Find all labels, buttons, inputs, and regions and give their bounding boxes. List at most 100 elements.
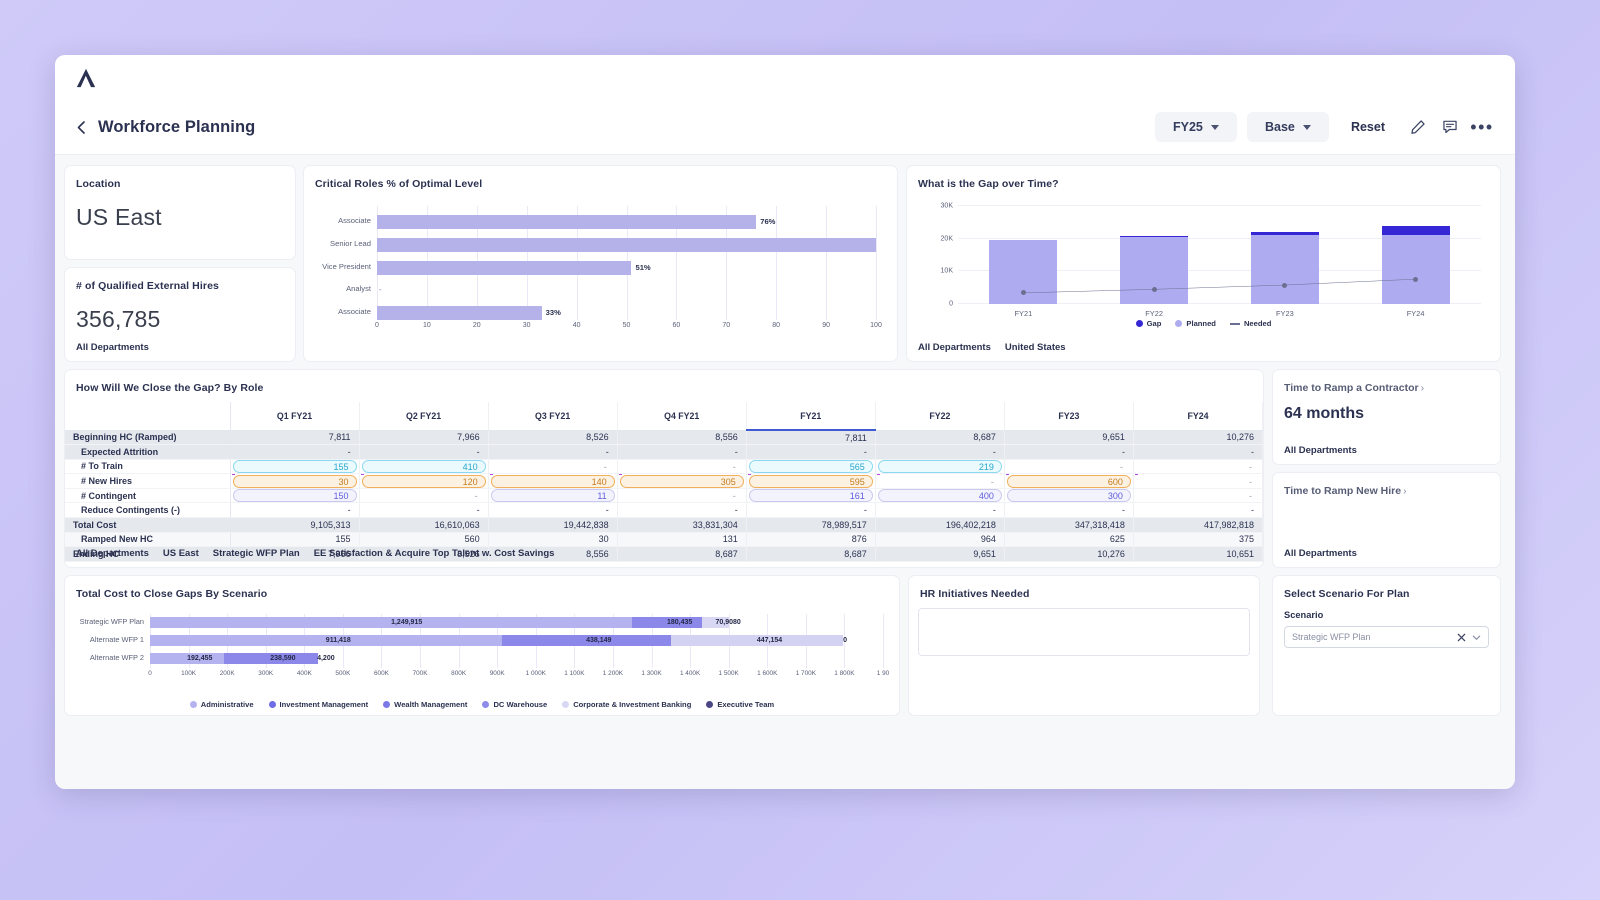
card-title-ramp-contractor[interactable]: Time to Ramp a Contractor› bbox=[1273, 370, 1500, 394]
table-input-cell[interactable]: 120 bbox=[359, 474, 488, 489]
table-input-cell[interactable]: 140 bbox=[488, 474, 617, 489]
editable-value[interactable]: 595 bbox=[749, 475, 873, 488]
bar-row[interactable]: Analyst- bbox=[377, 283, 876, 297]
legend-label: Executive Team bbox=[717, 700, 774, 709]
legend-item[interactable]: Gap bbox=[1136, 319, 1162, 328]
table-input-cell[interactable]: - bbox=[488, 459, 617, 474]
x-tick-label: 1 400K bbox=[680, 670, 700, 677]
table-column-header[interactable]: FY23 bbox=[1004, 402, 1133, 430]
legend-item[interactable]: Executive Team bbox=[706, 700, 774, 709]
table-cell: 7,811 bbox=[746, 430, 875, 445]
table-input-cell[interactable]: - bbox=[359, 488, 488, 503]
table-row-label: # New Hires bbox=[65, 474, 230, 489]
table-column-header[interactable]: Q3 FY21 bbox=[488, 402, 617, 430]
bar-row[interactable]: Vice President51% bbox=[377, 261, 876, 275]
editable-value[interactable]: - bbox=[620, 489, 744, 502]
cell-marker-icon bbox=[490, 488, 493, 489]
table-input-cell[interactable]: 219 bbox=[875, 459, 1004, 474]
table-input-cell[interactable]: 600 bbox=[1004, 474, 1133, 489]
legend-item[interactable]: DC Warehouse bbox=[482, 700, 547, 709]
legend-item[interactable]: Investment Management bbox=[269, 700, 369, 709]
table-input-cell[interactable]: 305 bbox=[617, 474, 746, 489]
stacked-bar-row[interactable]: Alternate WFP 1911,4180438,1490447,1540 bbox=[150, 635, 883, 646]
close-icon[interactable] bbox=[1457, 633, 1466, 642]
editable-value[interactable]: 30 bbox=[233, 475, 357, 488]
table-column-header[interactable]: Q4 FY21 bbox=[617, 402, 746, 430]
x-tick-label: 40 bbox=[573, 322, 581, 329]
table-input-cell[interactable]: - bbox=[617, 488, 746, 503]
scenario-select[interactable]: Strategic WFP Plan bbox=[1284, 626, 1489, 648]
editable-value[interactable]: 410 bbox=[362, 460, 486, 473]
editable-value[interactable]: - bbox=[491, 460, 615, 473]
editable-value[interactable]: 300 bbox=[1007, 489, 1131, 502]
editable-value[interactable]: 11 bbox=[491, 489, 615, 502]
card-title-ramp-newhire[interactable]: Time to Ramp New Hire› bbox=[1273, 473, 1500, 497]
editable-value[interactable]: - bbox=[1007, 460, 1131, 473]
editable-value[interactable]: 600 bbox=[1007, 475, 1131, 488]
legend-item[interactable]: Corporate & Investment Banking bbox=[562, 700, 691, 709]
editable-value[interactable]: - bbox=[362, 489, 486, 502]
table-input-cell[interactable]: 300 bbox=[1004, 488, 1133, 503]
table-column-header[interactable]: FY24 bbox=[1133, 402, 1262, 430]
chevron-down-icon[interactable] bbox=[1472, 633, 1481, 642]
table-column-header[interactable]: FY21 bbox=[746, 402, 875, 430]
table-input-cell[interactable]: - bbox=[875, 474, 1004, 489]
legend-item[interactable]: Needed bbox=[1230, 319, 1271, 328]
back-button[interactable] bbox=[73, 119, 89, 135]
table-input-cell[interactable]: 161 bbox=[746, 488, 875, 503]
bar-row[interactable]: Senior Lead bbox=[377, 238, 876, 252]
editable-value[interactable]: 155 bbox=[233, 460, 357, 473]
bar-fill bbox=[377, 238, 876, 252]
editable-value[interactable]: 565 bbox=[749, 460, 873, 473]
table-input-cell[interactable]: - bbox=[617, 459, 746, 474]
edit-button[interactable] bbox=[1407, 116, 1429, 138]
stacked-bar-row[interactable]: Strategic WFP Plan1,249,9150180,43570,90… bbox=[150, 617, 883, 628]
stacked-x-axis: 0100K200K300K400K500K600K700K800K900K1 0… bbox=[150, 670, 883, 682]
table-input-cell[interactable]: - bbox=[1133, 459, 1262, 474]
bar-row[interactable]: Associate76% bbox=[377, 215, 876, 229]
bar-row[interactable]: Associate33% bbox=[377, 306, 876, 320]
table-column-header[interactable]: Q1 FY21 bbox=[230, 402, 359, 430]
hr-initiatives-input[interactable] bbox=[918, 608, 1250, 656]
comment-button[interactable] bbox=[1439, 116, 1461, 138]
table-corner-header[interactable] bbox=[65, 402, 230, 430]
gap-table-scroll[interactable]: Q1 FY21Q2 FY21Q3 FY21Q4 FY21FY21FY22FY23… bbox=[65, 402, 1263, 562]
editable-value[interactable]: 150 bbox=[233, 489, 357, 502]
table-column-header[interactable]: Q2 FY21 bbox=[359, 402, 488, 430]
x-tick-label: FY23 bbox=[1251, 309, 1319, 318]
table-input-cell[interactable]: - bbox=[1133, 488, 1262, 503]
legend-item[interactable]: Administrative bbox=[190, 700, 254, 709]
legend-item[interactable]: Planned bbox=[1175, 319, 1216, 328]
table-cell: 9,651 bbox=[875, 547, 1004, 562]
chevron-down-icon bbox=[1303, 125, 1311, 130]
editable-value[interactable]: 120 bbox=[362, 475, 486, 488]
editable-value[interactable]: 305 bbox=[620, 475, 744, 488]
table-input-cell[interactable]: 150 bbox=[230, 488, 359, 503]
table-input-cell[interactable]: 155 bbox=[230, 459, 359, 474]
more-options-button[interactable]: ••• bbox=[1471, 116, 1493, 138]
editable-value[interactable]: 140 bbox=[491, 475, 615, 488]
reset-button[interactable]: Reset bbox=[1339, 120, 1397, 134]
table-input-cell[interactable]: 30 bbox=[230, 474, 359, 489]
legend-item[interactable]: Wealth Management bbox=[383, 700, 467, 709]
legend-label: Needed bbox=[1244, 319, 1271, 328]
editable-value[interactable]: - bbox=[1136, 489, 1260, 502]
version-selector[interactable]: Base bbox=[1247, 112, 1329, 142]
table-input-cell[interactable]: 595 bbox=[746, 474, 875, 489]
editable-value[interactable]: - bbox=[620, 460, 744, 473]
editable-value[interactable]: - bbox=[1136, 460, 1260, 473]
stacked-bar-row[interactable]: Alternate WFP 2192,4550238,5904,200 bbox=[150, 653, 883, 664]
editable-value[interactable]: 219 bbox=[878, 460, 1002, 473]
table-input-cell[interactable]: 400 bbox=[875, 488, 1004, 503]
table-input-cell[interactable]: 11 bbox=[488, 488, 617, 503]
table-input-cell[interactable]: - bbox=[1004, 459, 1133, 474]
table-column-header[interactable]: FY22 bbox=[875, 402, 1004, 430]
editable-value[interactable]: 161 bbox=[749, 489, 873, 502]
fiscal-year-selector[interactable]: FY25 bbox=[1155, 112, 1237, 142]
editable-value[interactable]: - bbox=[1136, 475, 1260, 488]
table-input-cell[interactable]: - bbox=[1133, 474, 1262, 489]
editable-value[interactable]: 400 bbox=[878, 489, 1002, 502]
editable-value[interactable]: - bbox=[878, 475, 1002, 488]
table-input-cell[interactable]: 565 bbox=[746, 459, 875, 474]
table-input-cell[interactable]: 410 bbox=[359, 459, 488, 474]
